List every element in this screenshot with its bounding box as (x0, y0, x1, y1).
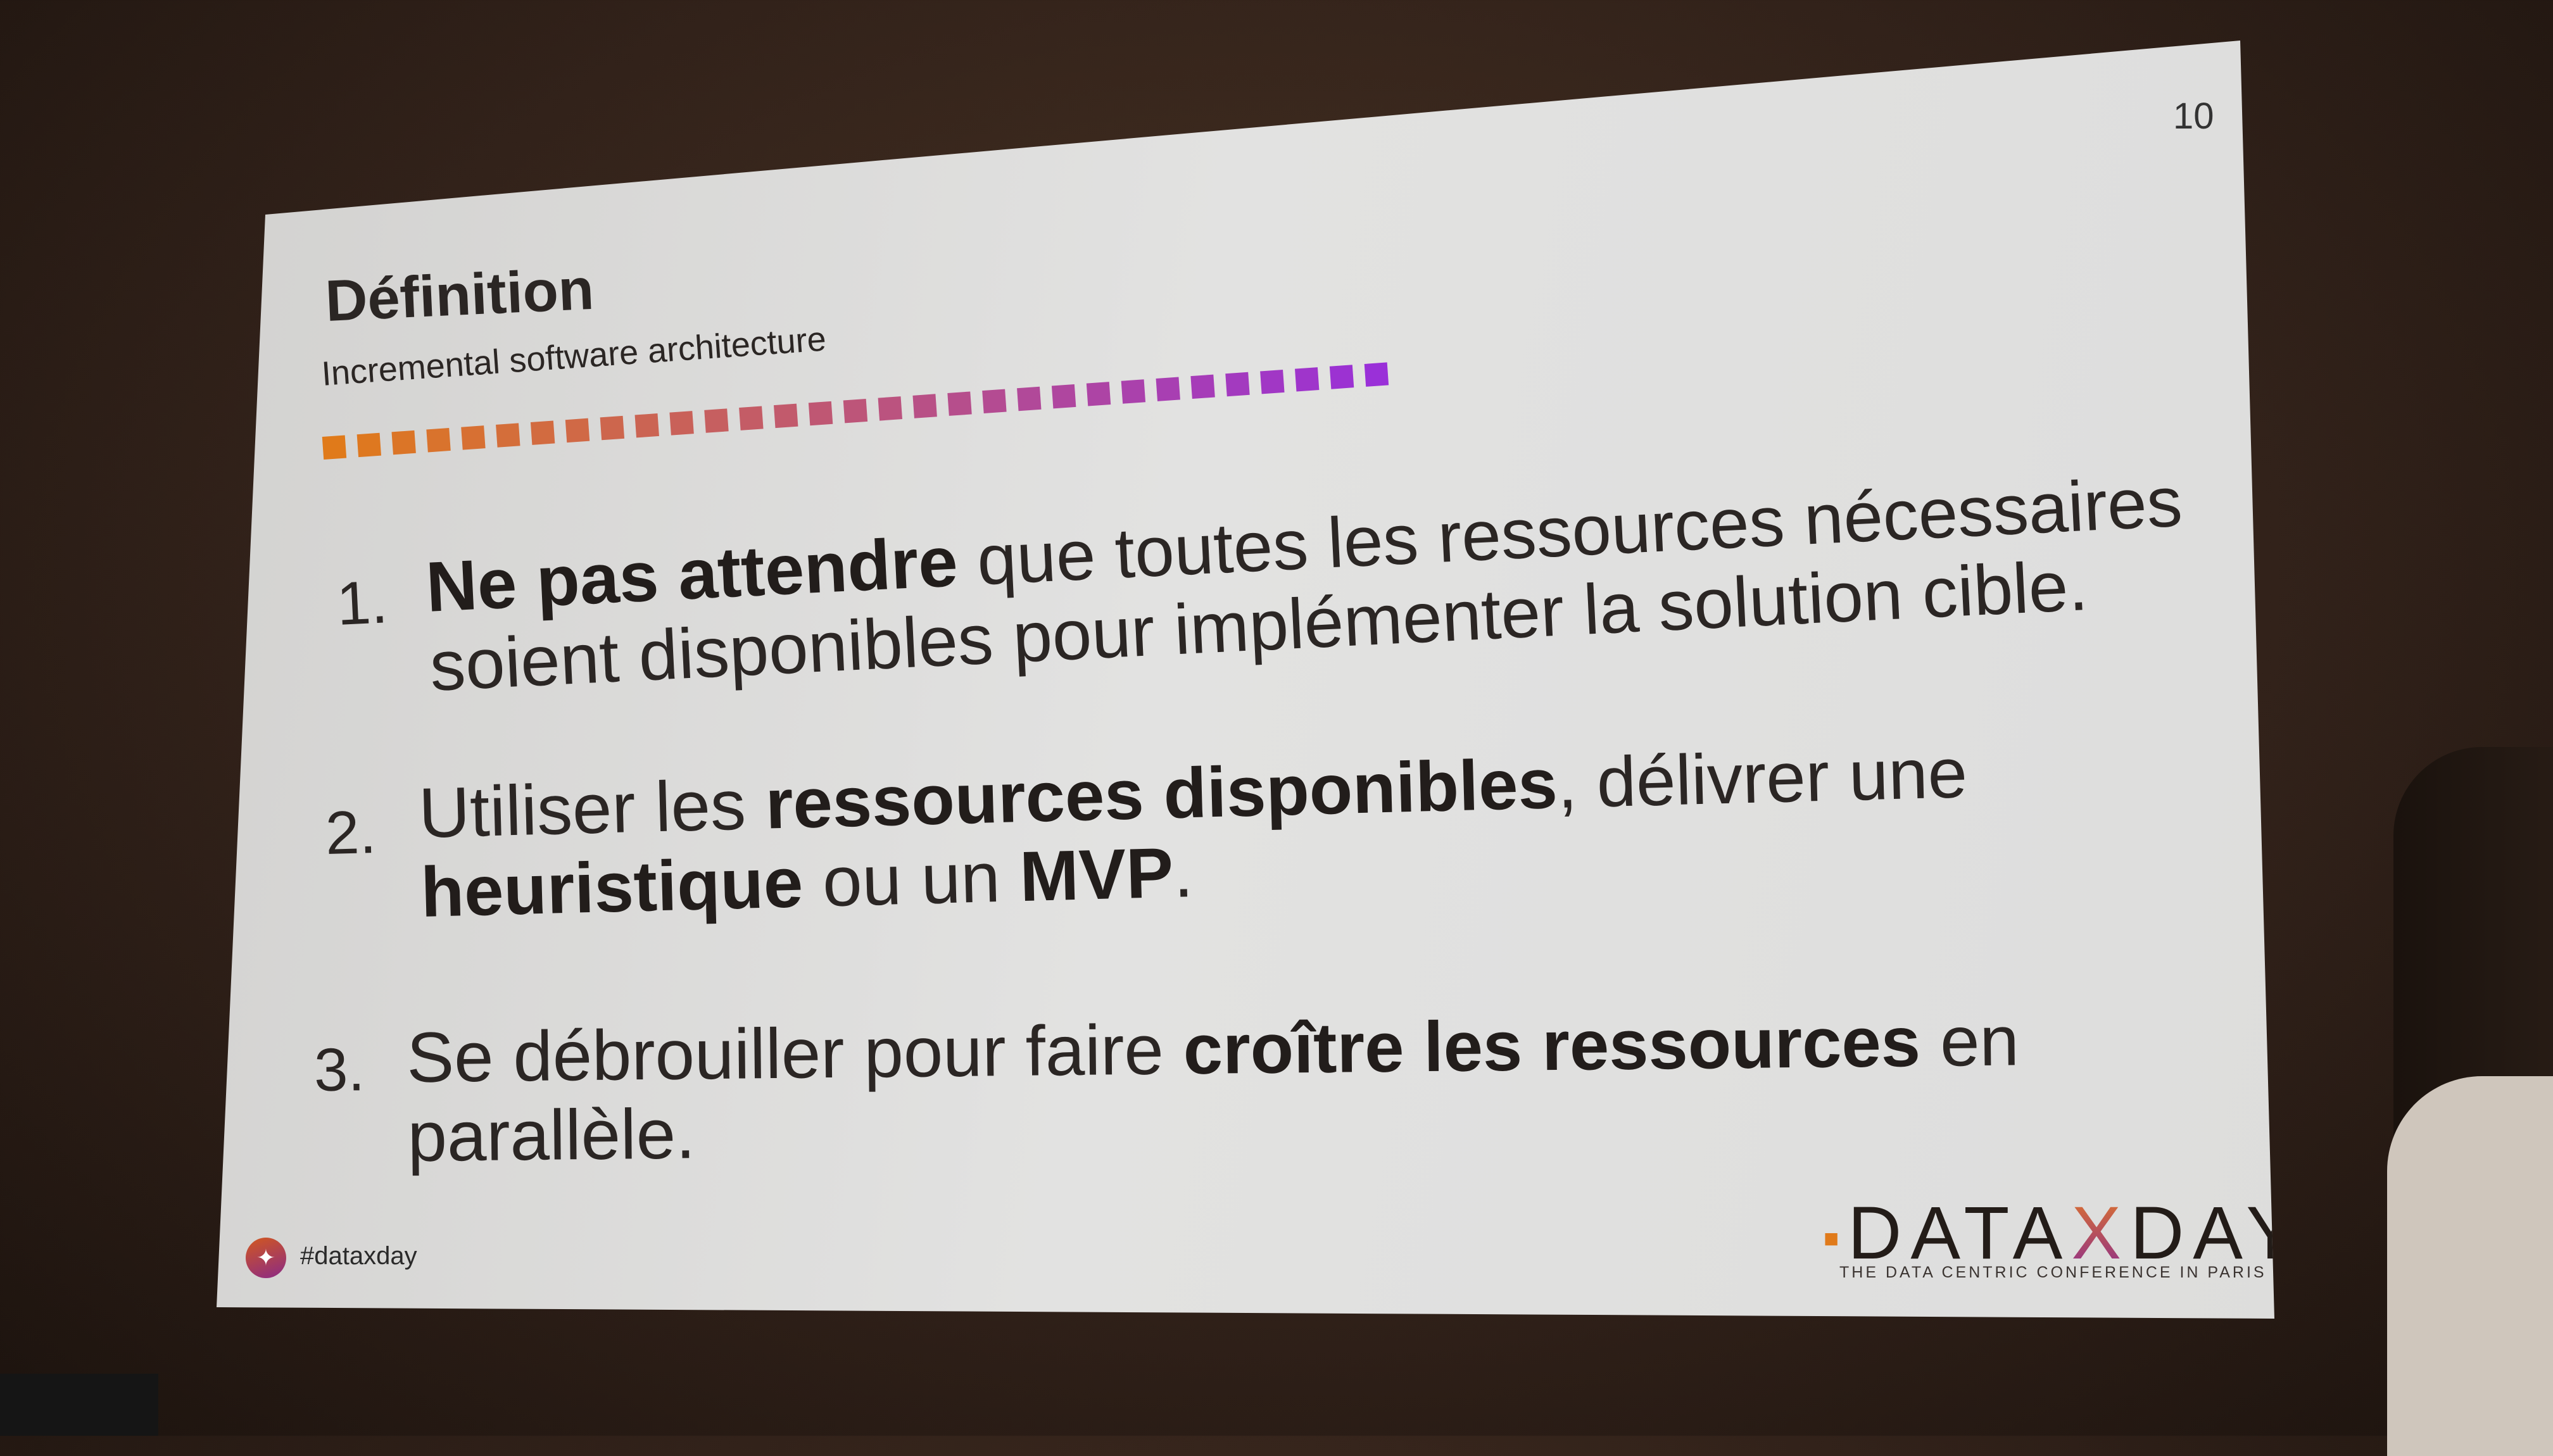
item-3-number: 3. (313, 1036, 365, 1104)
progress-square (426, 428, 451, 453)
text: parallèle. (407, 1094, 696, 1176)
progress-square (1121, 379, 1146, 404)
progress-square (530, 420, 555, 445)
bold-text: heuristique (420, 843, 804, 932)
text: , délivrer une (1556, 733, 1969, 823)
progress-square (878, 396, 903, 421)
logo-part: DAY (2130, 1191, 2305, 1275)
progress-square (1190, 374, 1215, 399)
podium (0, 1374, 158, 1436)
progress-square (1051, 384, 1076, 409)
progress-square (461, 425, 486, 450)
presenter-shirt (2387, 1076, 2553, 1456)
list-item-3: Se débrouiller pour faire croître les re… (407, 1001, 2020, 1176)
progress-square (704, 408, 729, 433)
text: Se débrouiller pour faire (406, 1010, 1184, 1097)
progress-square (1156, 377, 1180, 401)
bold-text: MVP (1018, 832, 1175, 917)
progress-square (565, 418, 590, 443)
text: ou un (802, 837, 1021, 922)
progress-square (739, 406, 764, 430)
progress-square (600, 415, 625, 441)
progress-square (1260, 369, 1285, 394)
progress-square (322, 435, 347, 460)
page-number: 10 (2173, 96, 2214, 137)
logo-part: DATA (1848, 1191, 2072, 1275)
text: en (1920, 1001, 2020, 1081)
item-2-number: 2. (324, 798, 377, 867)
progress-square (1329, 365, 1354, 389)
progress-square (1017, 386, 1042, 411)
progress-square (1364, 362, 1389, 387)
item-1-number: 1. (335, 568, 389, 638)
logo-tagline: THE DATA CENTRIC CONFERENCE IN PARIS (1839, 1264, 2267, 1281)
progress-square (356, 432, 382, 458)
text: Utiliser les (417, 764, 767, 853)
progress-square (982, 389, 1007, 414)
progress-square (1294, 367, 1320, 392)
progress-square (391, 430, 416, 455)
progress-square (912, 394, 937, 418)
progress-square (1086, 382, 1111, 406)
progress-square (843, 398, 868, 424)
progress-square (774, 403, 798, 429)
projected-slide: 10 Définition Incremental software archi… (217, 41, 2305, 1319)
hashtag: #dataxday (300, 1242, 417, 1270)
logo-x: X (2071, 1191, 2131, 1275)
progress-square (947, 391, 972, 416)
progress-square (808, 401, 833, 426)
bold-text: croître les ressources (1183, 1001, 1921, 1089)
item-line-2: parallèle. (407, 1080, 2020, 1176)
slide-title: Définition (324, 256, 596, 334)
list-item-2: Utiliser les ressources disponibles, dél… (418, 733, 1970, 932)
progress-square (634, 413, 659, 438)
item-line-1: Se débrouiller pour faire croître les re… (407, 1001, 2020, 1097)
text: . (1172, 832, 1194, 912)
progress-square (496, 423, 520, 448)
progress-square (1225, 372, 1250, 397)
progress-square (669, 411, 694, 436)
list-item-1: Ne pas attendre que toutes les ressource… (424, 462, 2188, 706)
twitter-bird-icon: ✦ (246, 1238, 286, 1278)
